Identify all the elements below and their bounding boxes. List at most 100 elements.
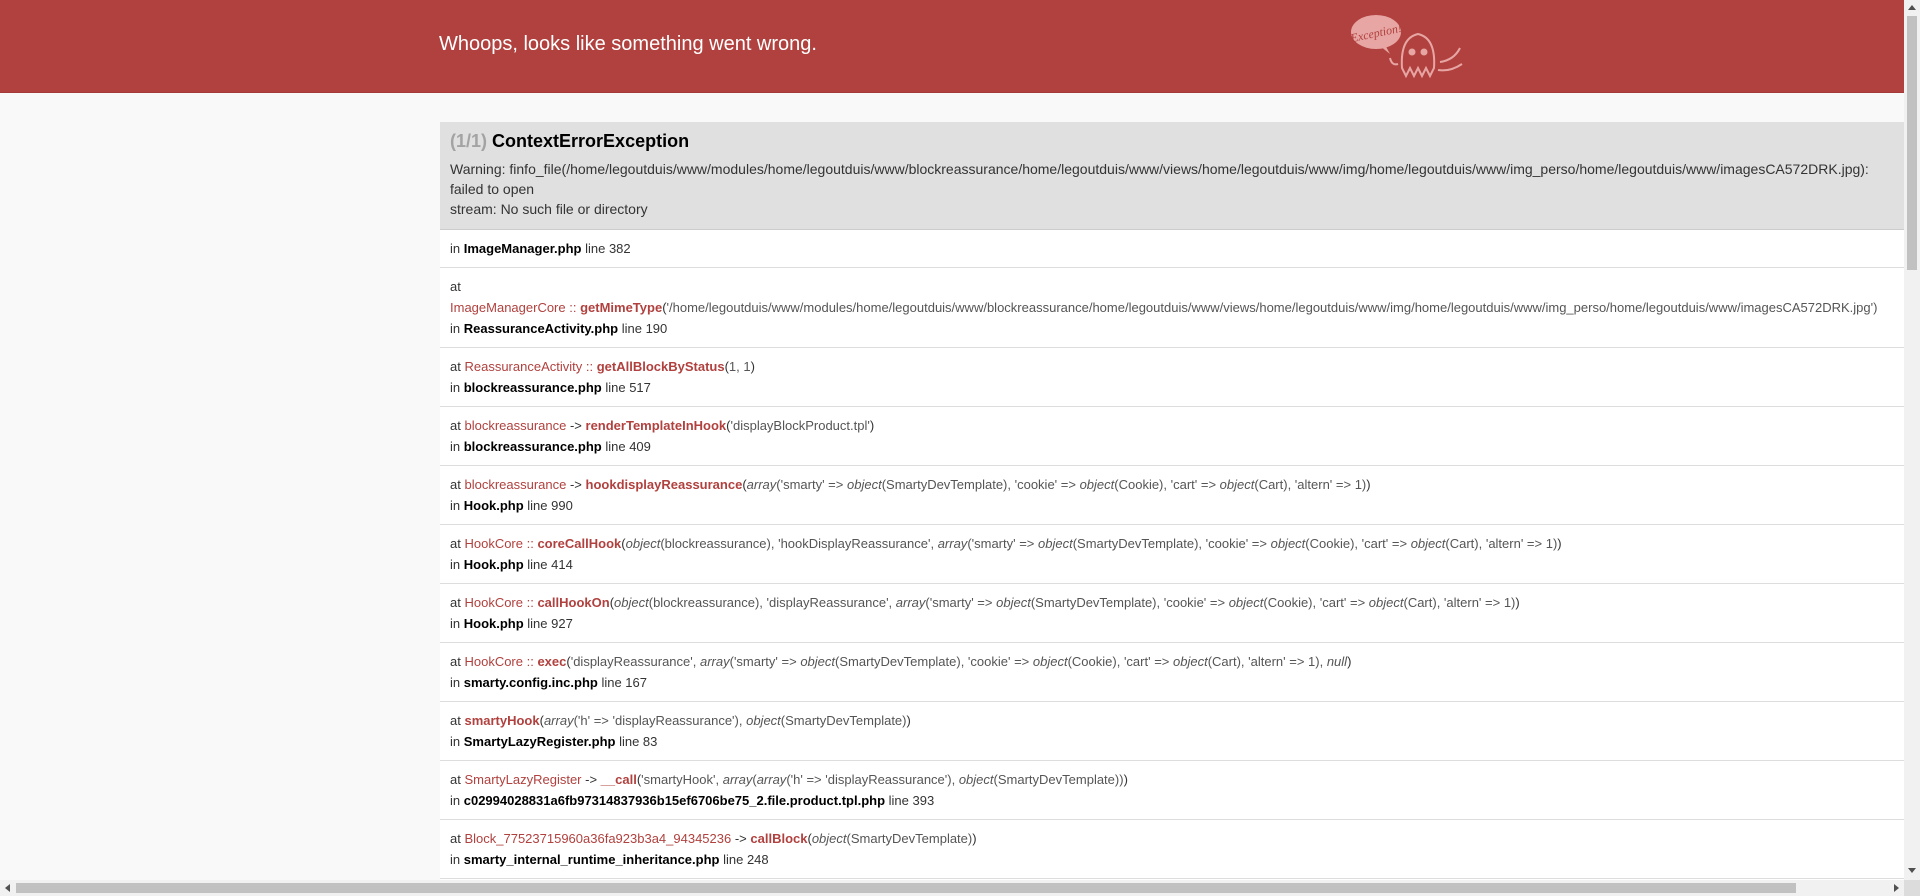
trace-text: ): [1347, 654, 1352, 669]
trace-text: at: [450, 595, 465, 610]
trace-row: at SmartyLazyRegister -> __call('smartyH…: [440, 761, 1904, 820]
trace-text: at: [450, 359, 465, 374]
trace-args: object: [996, 595, 1031, 610]
trace-text: line 409: [601, 439, 651, 454]
scroll-left-arrow-icon[interactable]: [5, 884, 10, 892]
scrollbar-corner: [1904, 880, 1920, 896]
trace-class: Block_77523715960a36fa923b3a4_94345236: [464, 831, 732, 846]
horizontal-scrollbar[interactable]: [0, 880, 1904, 896]
trace-args: ('h' => 'displayReassurance'),: [573, 713, 747, 728]
trace-args: object: [746, 713, 781, 728]
trace-args: (Cookie), 'cart' =>: [1067, 654, 1173, 669]
trace-text: ): [1366, 477, 1371, 492]
trace-class: blockreassurance: [464, 477, 567, 492]
horizontal-scroll-thumb[interactable]: [16, 883, 1796, 893]
trace-args: (SmartyDevTemplate)): [993, 772, 1124, 787]
trace-args: object: [1172, 654, 1208, 669]
trace-row: at ReassuranceActivity :: getAllBlockByS…: [440, 348, 1904, 407]
scroll-down-arrow-icon[interactable]: [1908, 868, 1916, 873]
trace-text: in: [450, 734, 464, 749]
exception-message: Warning: finfo_file(/home/legoutduis/www…: [450, 161, 1869, 217]
trace-args: null: [1326, 654, 1348, 669]
exception-class: ContextErrorException: [492, 131, 690, 151]
trace-args: (Cart), 'altern' => 1): [1403, 595, 1516, 610]
trace-class: ::: [523, 654, 538, 669]
trace-line: at Block_77523715960a36fa923b3a4_9434523…: [450, 828, 1894, 849]
trace-args: array: [699, 654, 730, 669]
trace-text: ->: [581, 772, 601, 787]
trace-text: ): [1557, 536, 1562, 551]
trace-line: in smarty_internal_runtime_inheritance.p…: [450, 849, 1894, 870]
trace-file: Hook.php: [463, 616, 524, 631]
trace-text: ->: [731, 831, 751, 846]
trace-file: smarty_internal_runtime_inheritance.php: [463, 852, 720, 867]
trace-args: (Cart), 'altern' => 1),: [1207, 654, 1327, 669]
trace-text: at: [450, 772, 465, 787]
scroll-right-arrow-icon[interactable]: [1894, 884, 1899, 892]
trace-file: Hook.php: [463, 557, 524, 572]
exception-title: (1/1) ContextErrorException: [450, 131, 1894, 152]
trace-file: smarty.config.inc.php: [463, 675, 598, 690]
trace-text: ->: [566, 477, 586, 492]
trace-text: in: [450, 439, 464, 454]
trace-line: at HookCore :: exec('displayReassurance'…: [450, 651, 1894, 672]
trace-line: in Hook.php line 927: [450, 613, 1894, 634]
trace-class: ::: [523, 536, 538, 551]
trace-line: in blockreassurance.php line 517: [450, 377, 1894, 398]
trace-function: exec: [537, 654, 567, 669]
trace-class: HookCore: [464, 595, 523, 610]
trace-line: at blockreassurance -> hookdisplayReassu…: [450, 474, 1894, 495]
trace-row: at blockreassurance -> hookdisplayReassu…: [440, 466, 1904, 525]
trace-function: coreCallHook: [537, 536, 622, 551]
trace-text: in: [450, 616, 464, 631]
trace-line: at smartyHook(array('h' => 'displayReass…: [450, 710, 1894, 731]
trace-args: (Cart), 'altern' => 1): [1254, 477, 1367, 492]
trace-file: ImageManager.php: [463, 241, 582, 256]
trace-text: in: [450, 241, 464, 256]
scroll-up-arrow-icon[interactable]: [1908, 5, 1916, 10]
trace-class: ::: [582, 359, 597, 374]
trace-line: in Hook.php line 414: [450, 554, 1894, 575]
trace-function: callBlock: [750, 831, 808, 846]
trace-args: (blockreassurance), 'hookDisplayReassura…: [660, 536, 938, 551]
trace-text: in: [450, 557, 464, 572]
trace-args: array: [543, 713, 574, 728]
trace-file: c02994028831a6fb97314837936b15ef6706be75…: [463, 793, 886, 808]
trace-args: 'displayBlockProduct.tpl': [730, 418, 870, 433]
trace-line: ImageManagerCore :: getMimeType('/home/l…: [450, 297, 1894, 318]
trace-text: line 393: [885, 793, 935, 808]
trace-args: 1, 1: [728, 359, 751, 374]
trace-row: in ImageManager.php line 382: [440, 230, 1904, 268]
trace-line: in smarty.config.inc.php line 167: [450, 672, 1894, 693]
trace-args: object: [1410, 536, 1446, 551]
trace-args: object: [800, 654, 836, 669]
trace-row: at Block_77523715960a36fa923b3a4_9434523…: [440, 820, 1904, 879]
trace-text: at: [450, 477, 465, 492]
trace-args: object: [1368, 595, 1404, 610]
trace-class: SmartyLazyRegister: [464, 772, 582, 787]
trace-line: at: [450, 276, 1894, 297]
trace-class: blockreassurance: [464, 418, 567, 433]
trace-text: line 190: [618, 321, 668, 336]
trace-function: __call: [600, 772, 637, 787]
trace-args: object: [1032, 654, 1068, 669]
trace-file: ReassuranceActivity.php: [463, 321, 619, 336]
trace-args: (SmartyDevTemplate): [846, 831, 973, 846]
trace-row: at blockreassurance -> renderTemplateInH…: [440, 407, 1904, 466]
trace-args: (SmartyDevTemplate), 'cookie' =>: [881, 477, 1080, 492]
trace-args: array: [722, 772, 753, 787]
trace-text: ): [1123, 772, 1128, 787]
trace-line: in c02994028831a6fb97314837936b15ef6706b…: [450, 790, 1894, 811]
trace-row: at ImageManagerCore :: getMimeType('/home…: [440, 268, 1904, 348]
trace-args: array: [756, 772, 787, 787]
trace-file: blockreassurance.php: [463, 380, 602, 395]
trace-function: callHookOn: [537, 595, 610, 610]
error-header: Whoops, looks like something went wrong.…: [0, 0, 1904, 93]
vertical-scrollbar[interactable]: [1904, 0, 1920, 880]
trace-args: ('smarty' =>: [729, 654, 801, 669]
exception-panel: (1/1) ContextErrorException Warning: fin…: [440, 122, 1904, 882]
trace-line: at blockreassurance -> renderTemplateInH…: [450, 415, 1894, 436]
vertical-scroll-thumb[interactable]: [1907, 16, 1917, 270]
trace-line: at HookCore :: callHookOn(object(blockre…: [450, 592, 1894, 613]
trace-args: array: [746, 477, 777, 492]
